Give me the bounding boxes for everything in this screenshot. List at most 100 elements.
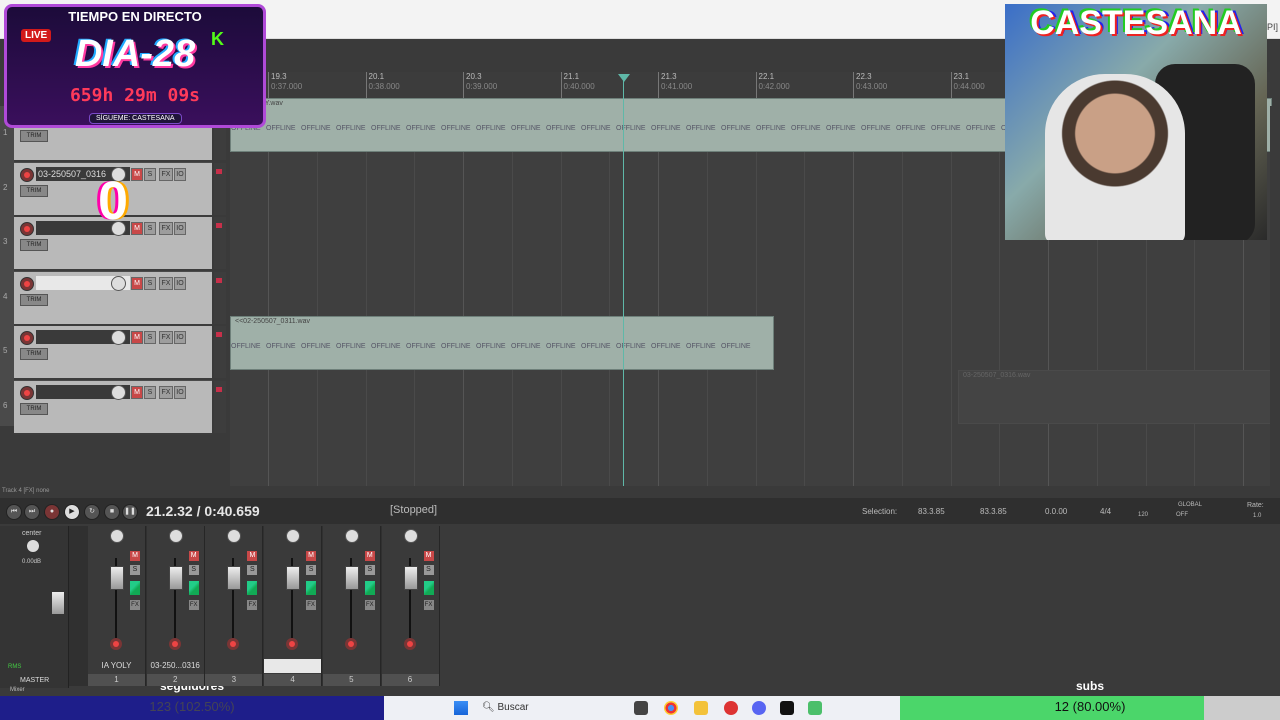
- volume-fader[interactable]: [168, 566, 183, 590]
- mixer-channel[interactable]: M S FX IA YOLY 1: [88, 526, 146, 686]
- mixer-channel[interactable]: M S FX 4: [264, 526, 323, 686]
- bpm-value[interactable]: 120: [1138, 512, 1148, 518]
- pan-knob[interactable]: [168, 529, 183, 543]
- trim-button[interactable]: TRIM: [20, 130, 48, 142]
- mixer-fx-button[interactable]: FX: [423, 600, 434, 610]
- pan-knob[interactable]: [344, 529, 359, 543]
- master-channel[interactable]: center 0.00dB RMS MASTER Mixer: [0, 526, 69, 693]
- mixer-channel-name[interactable]: [264, 659, 322, 673]
- solo-button[interactable]: S: [144, 276, 156, 290]
- app-icon-black[interactable]: [780, 701, 794, 715]
- mixer-record-arm-icon[interactable]: [227, 638, 240, 650]
- mixer-channel-name[interactable]: [382, 659, 439, 673]
- mixer-record-arm-icon[interactable]: [286, 638, 299, 650]
- mixer-record-arm-icon[interactable]: [403, 638, 416, 650]
- repeat-icon[interactable]: ↻: [84, 504, 100, 520]
- global-state[interactable]: OFF: [1176, 512, 1188, 518]
- file-explorer-icon[interactable]: [694, 701, 708, 715]
- mixer-solo-button[interactable]: S: [247, 565, 258, 575]
- record-button[interactable]: ●: [44, 504, 60, 520]
- io-button[interactable]: IO: [174, 276, 186, 290]
- master-pan-knob[interactable]: [27, 540, 39, 552]
- volume-fader[interactable]: [286, 566, 301, 590]
- mixer-channel-name[interactable]: [323, 659, 380, 673]
- io-button[interactable]: IO: [174, 331, 186, 344]
- mixer-mute-button[interactable]: M: [188, 551, 199, 561]
- fx-button[interactable]: FX: [159, 167, 173, 181]
- mixer-channel-name[interactable]: [205, 659, 262, 673]
- volume-fader[interactable]: [344, 566, 359, 590]
- mute-button[interactable]: M: [131, 276, 143, 290]
- trim-button[interactable]: TRIM: [20, 184, 48, 197]
- mute-button[interactable]: M: [131, 167, 143, 181]
- mixer-solo-button[interactable]: S: [130, 565, 140, 575]
- pan-knob[interactable]: [227, 529, 242, 543]
- pan-knob[interactable]: [110, 529, 124, 543]
- selection-length[interactable]: 0.0.00: [1045, 507, 1067, 516]
- selection-start[interactable]: 83.3.85: [918, 507, 945, 516]
- mixer-channel[interactable]: M S FX 3: [205, 526, 264, 686]
- solo-button[interactable]: S: [144, 222, 156, 235]
- selection-end[interactable]: 83.3.85: [980, 507, 1007, 516]
- stop-button[interactable]: ■: [104, 504, 120, 520]
- mixer-mute-button[interactable]: M: [364, 551, 375, 561]
- trim-button[interactable]: TRIM: [20, 402, 48, 415]
- mixer-channel-name[interactable]: IA YOLY: [88, 659, 145, 673]
- mixer-mute-button[interactable]: M: [247, 551, 258, 561]
- record-arm-icon[interactable]: [20, 276, 34, 291]
- volume-knob[interactable]: [111, 384, 126, 400]
- fx-button[interactable]: FX: [159, 331, 173, 344]
- track-header[interactable]: 4 M S FX IO TRIM: [3, 271, 226, 326]
- mixer-record-arm-icon[interactable]: [168, 638, 181, 650]
- mixer-solo-button[interactable]: S: [188, 565, 199, 575]
- media-item[interactable]: <<02-250507_0311.wav OFFLINE OFFLINE OFFLIN…: [230, 316, 774, 370]
- time-signature[interactable]: 4/4: [1100, 507, 1111, 516]
- go-end-icon[interactable]: ⏭: [24, 504, 40, 520]
- time-position[interactable]: 21.2.32 / 0:40.659: [146, 503, 260, 519]
- pause-button[interactable]: ❚❚: [122, 504, 138, 520]
- record-arm-icon[interactable]: [20, 331, 34, 345]
- volume-knob[interactable]: [111, 330, 126, 345]
- mixer-channel[interactable]: M S FX 6: [381, 526, 440, 686]
- volume-knob[interactable]: [111, 275, 126, 291]
- mixer-mute-button[interactable]: M: [130, 551, 140, 561]
- mixer-fx-button[interactable]: FX: [188, 600, 199, 610]
- trim-button[interactable]: TRIM: [20, 348, 48, 360]
- trim-button[interactable]: TRIM: [20, 293, 48, 306]
- pan-knob[interactable]: [286, 529, 301, 543]
- mixer-fx-button[interactable]: FX: [306, 600, 317, 610]
- record-arm-icon[interactable]: [20, 222, 34, 236]
- mixer-solo-button[interactable]: S: [364, 565, 375, 575]
- mixer-mute-button[interactable]: M: [423, 551, 434, 561]
- mixer-record-arm-icon[interactable]: [344, 638, 357, 650]
- app-icon-red[interactable]: [724, 701, 738, 715]
- track-header[interactable]: 6 M S FX IO TRIM: [3, 380, 226, 435]
- go-start-icon[interactable]: ⏮: [6, 504, 22, 520]
- io-button[interactable]: IO: [174, 167, 186, 181]
- discord-icon[interactable]: [752, 701, 766, 715]
- record-arm-icon[interactable]: [20, 167, 34, 182]
- track-header[interactable]: 5 M S FX IO TRIM: [3, 326, 226, 380]
- chrome-icon[interactable]: [664, 701, 678, 715]
- master-fader[interactable]: [52, 592, 64, 614]
- volume-fader[interactable]: [227, 566, 242, 590]
- mute-button[interactable]: M: [131, 331, 143, 344]
- io-button[interactable]: IO: [174, 222, 186, 235]
- mixer-fx-button[interactable]: FX: [247, 600, 258, 610]
- mute-button[interactable]: M: [131, 385, 143, 399]
- pan-knob[interactable]: [403, 529, 418, 543]
- taskbar-search[interactable]: 🔍︎ Buscar: [482, 700, 622, 716]
- mixer-channel[interactable]: M S FX 03-250...0316 2: [146, 526, 205, 686]
- volume-fader[interactable]: [403, 566, 418, 590]
- mixer-solo-button[interactable]: S: [423, 565, 434, 575]
- playhead-marker[interactable]: [618, 74, 630, 82]
- arrange-vertical-scrollbar[interactable]: [1270, 106, 1280, 486]
- fx-button[interactable]: FX: [159, 385, 173, 399]
- rate-value[interactable]: 1.0: [1253, 513, 1261, 519]
- fx-button[interactable]: FX: [159, 222, 173, 235]
- mixer-fx-button[interactable]: FX: [130, 600, 140, 610]
- mixer-mute-button[interactable]: M: [306, 551, 317, 561]
- mixer-fx-button[interactable]: FX: [364, 600, 375, 610]
- task-view-icon[interactable]: [634, 701, 648, 715]
- fx-button[interactable]: FX: [159, 276, 173, 290]
